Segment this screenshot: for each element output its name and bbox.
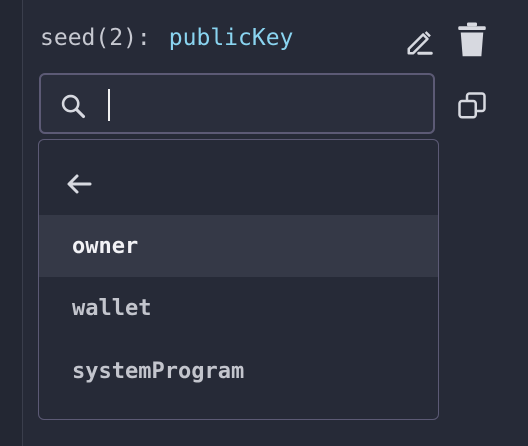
- option-wallet[interactable]: wallet: [39, 277, 438, 339]
- search-box[interactable]: [39, 73, 435, 134]
- option-label: wallet: [72, 295, 152, 321]
- delete-button[interactable]: [454, 20, 490, 60]
- copy-icon: [458, 92, 486, 119]
- copy-button[interactable]: [454, 88, 490, 124]
- option-label: systemProgram: [72, 358, 245, 384]
- search-input[interactable]: [107, 87, 417, 121]
- seed-options-dropdown: owner wallet systemProgram: [38, 139, 439, 420]
- seed-type: publicKey: [168, 25, 294, 51]
- back-button[interactable]: [39, 154, 438, 214]
- trash-icon: [458, 22, 486, 57]
- search-icon: [61, 94, 86, 119]
- edit-pencil-icon: [407, 31, 433, 55]
- seed-header: seed(2): publicKey: [40, 20, 293, 56]
- seed-label: seed(2):: [40, 25, 151, 51]
- option-owner[interactable]: owner: [39, 215, 438, 277]
- text-caret: [108, 89, 110, 121]
- option-system-program[interactable]: systemProgram: [39, 340, 438, 402]
- arrow-left-icon: [67, 174, 92, 194]
- edit-button[interactable]: [402, 24, 438, 60]
- option-label: owner: [72, 233, 139, 259]
